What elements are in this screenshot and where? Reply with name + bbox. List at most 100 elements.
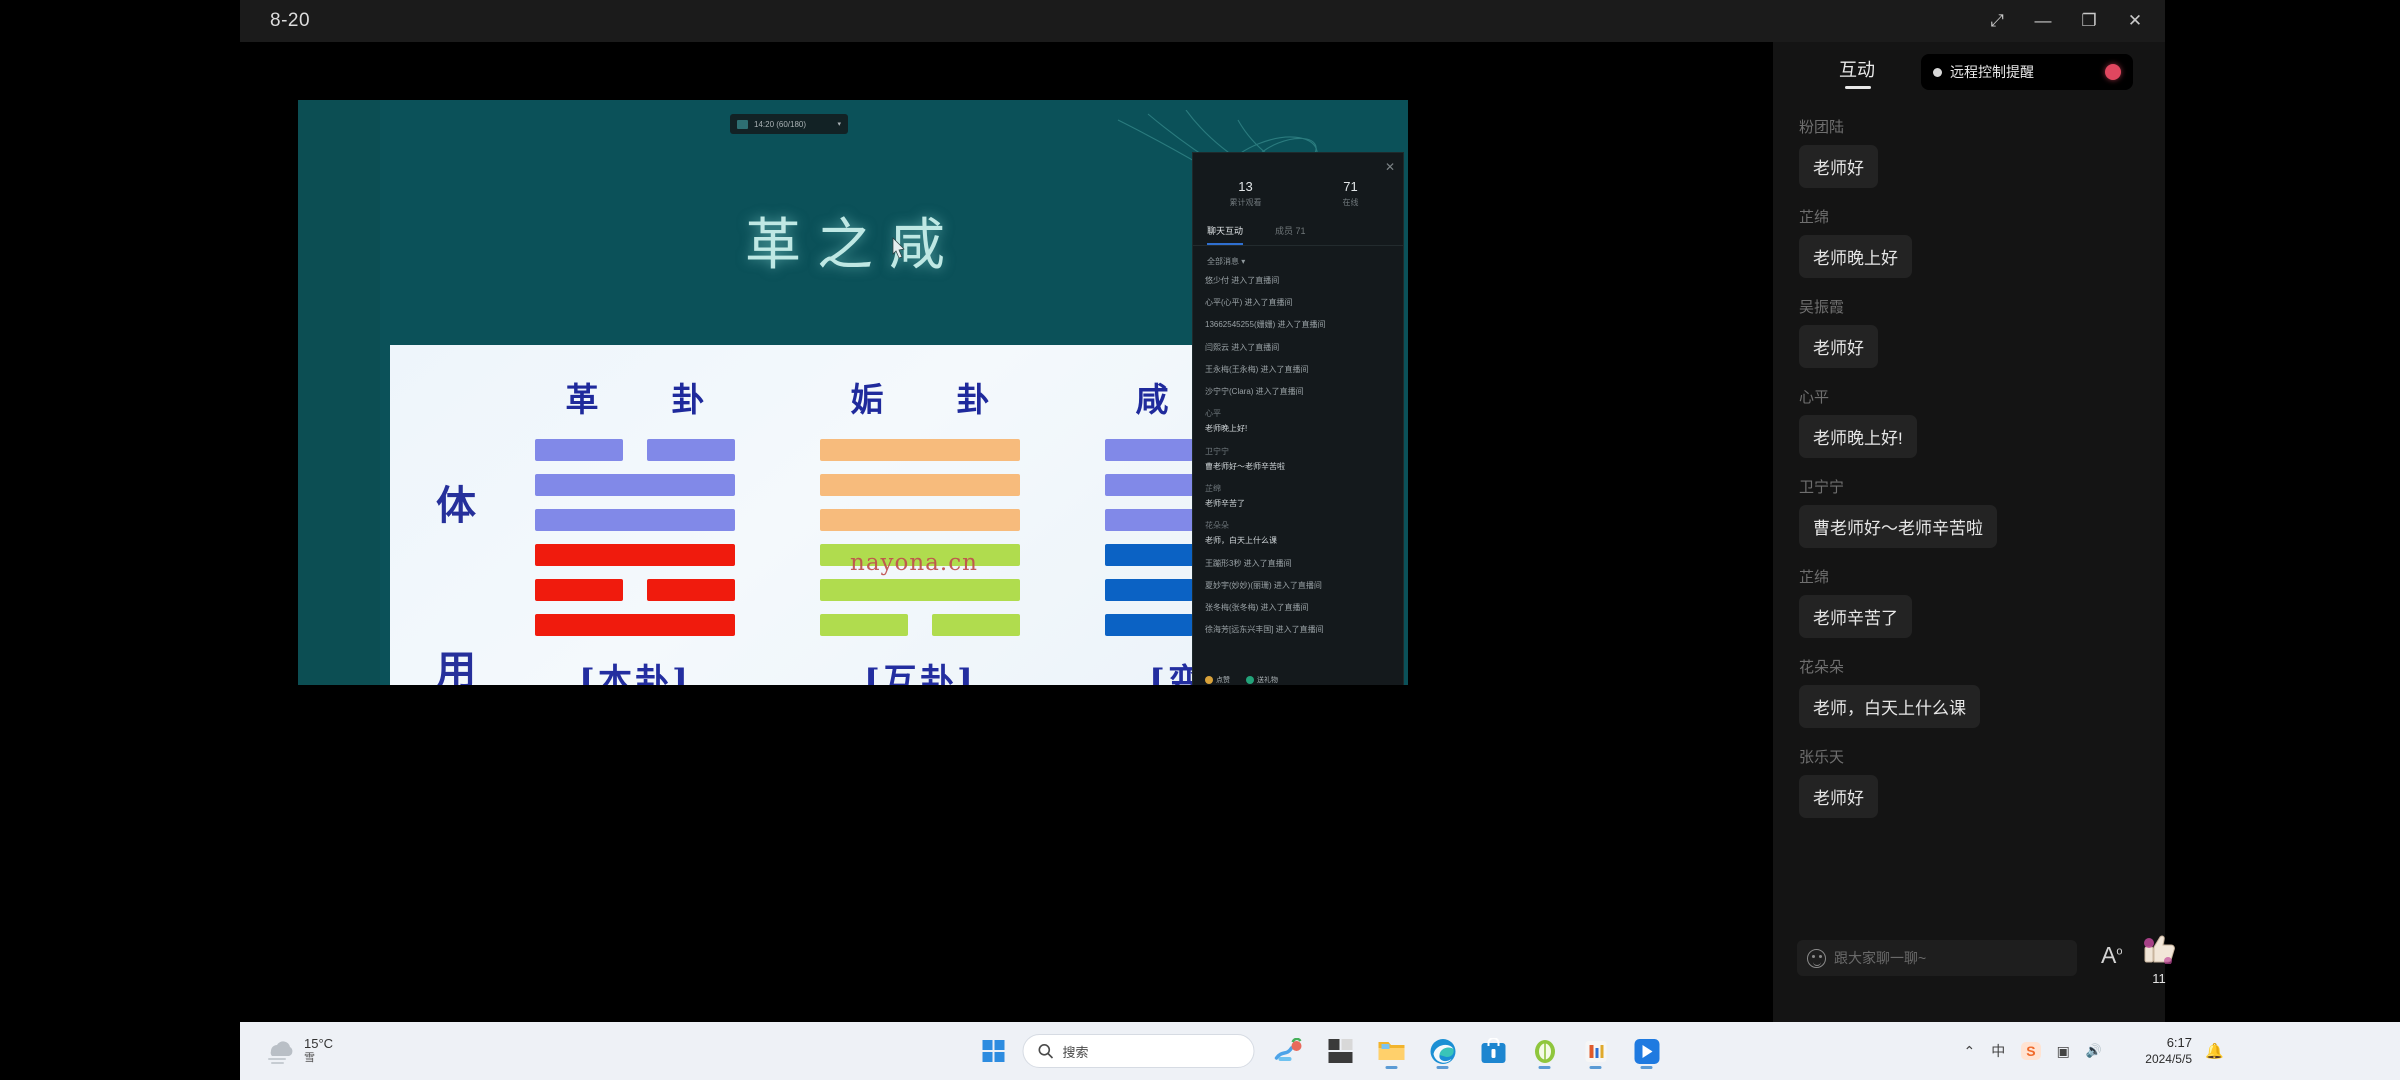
like-button[interactable]: 11 <box>2135 934 2183 986</box>
screenshot-icon[interactable]: ▣ <box>2057 1043 2070 1060</box>
message-author: 粉团陆 <box>1799 119 1845 136</box>
running-indicator <box>1538 1066 1551 1069</box>
hexagram-line-yin <box>535 439 735 461</box>
video-control-pill[interactable]: 14:20 (60/180) ▾ <box>730 114 848 134</box>
notice-record-icon[interactable] <box>2105 64 2121 80</box>
ebook-icon <box>1534 1039 1555 1063</box>
emoji-icon[interactable] <box>1807 948 1826 968</box>
left-gutter <box>0 0 240 1080</box>
message-author: 卫宁宁 <box>1205 446 1229 456</box>
stat-online: 71 在线 <box>1298 179 1403 208</box>
hexagram-group-0: 革 卦 [本卦] <box>520 373 750 685</box>
message-bubble: 曹老师好～老师辛苦啦 <box>1799 505 1997 548</box>
system-message: 徐海芳[远东兴丰国] 进入了直播间 <box>1205 625 1324 635</box>
video-stage: 革之咸 14:20 (60/180) ▾ 体 用 革 卦 [本卦] 姤 卦 [互… <box>240 42 1773 1022</box>
notification-bell-icon[interactable]: 🔔 <box>2205 1042 2224 1060</box>
system-message: 悠少付 进入了直播间 <box>1205 276 1280 285</box>
taskbar-meeting-app[interactable] <box>1625 1029 1669 1073</box>
show-hidden-icons[interactable]: ⌃ <box>1964 1043 1976 1060</box>
font-size-icon[interactable]: Ao <box>2101 942 2122 969</box>
hexagram-line-yang <box>820 439 1020 461</box>
line-segment <box>535 474 735 496</box>
expand-window-button[interactable]: ⤢ <box>1975 2 2019 40</box>
search-placeholder: 搜索 <box>1062 1044 1089 1060</box>
chat-message: 卫宁宁 曹老师好～老师辛苦啦 <box>1205 444 1391 474</box>
system-message: 13662545255(姗姗) 进入了直播间 <box>1205 320 1326 330</box>
tab-divider <box>1193 245 1403 246</box>
taskbar-file-explorer[interactable] <box>1370 1029 1414 1073</box>
ime-indicator[interactable]: 中 <box>1991 1041 2005 1061</box>
interaction-message: 卫宁宁 曹老师好～老师辛苦啦 <box>1799 476 2139 548</box>
weather-widget-icon <box>1274 1038 1302 1061</box>
embedded-chat-message-list[interactable]: 悠少付 进入了直播间 心平(心平) 进入了直播间 13662545255(姗姗) 进… <box>1193 273 1403 637</box>
chevron-down-icon[interactable]: ▾ <box>837 120 841 128</box>
hexagram-line-yang <box>820 509 1020 531</box>
taskbar-ebook[interactable] <box>1523 1029 1567 1073</box>
hexagram-line-yang <box>535 544 735 566</box>
message-filter-dropdown[interactable]: 全部消息 ▾ <box>1193 252 1403 273</box>
video-play-icon[interactable] <box>737 119 748 129</box>
chat-message: 心平 老师晚上好! <box>1205 406 1391 436</box>
tab-active-underline <box>1845 86 1871 89</box>
hexagram-footer-1: [互卦] <box>863 662 977 685</box>
line-segment <box>1105 579 1193 601</box>
slide-left-band <box>298 100 380 685</box>
taskbar-app-leica[interactable] <box>1319 1029 1363 1073</box>
tab-members[interactable]: 成员 71 <box>1275 224 1306 245</box>
close-window-button[interactable]: ✕ <box>2113 2 2157 40</box>
hexagram-line-yang <box>535 614 735 636</box>
message-author: 花朵朵 <box>1205 521 1229 531</box>
thumbs-up-icon <box>2144 935 2175 965</box>
font-icon-letter: A <box>2101 942 2117 968</box>
message-author: 芷绵 <box>1799 209 1830 226</box>
taskbar-clock[interactable]: 6:17 2024/5/5 <box>2145 1035 2192 1066</box>
meeting-app-icon <box>1634 1038 1659 1064</box>
system-message: 王永梅(王永梅) 进入了直播间 <box>1205 364 1309 374</box>
line-segment <box>535 614 735 636</box>
taskbar-store[interactable] <box>1472 1029 1516 1073</box>
weather-description: 雪 <box>304 1052 315 1065</box>
gift-action[interactable]: 送礼物 <box>1246 675 1278 685</box>
chat-input-bar[interactable]: 跟大家聊一聊~ <box>1797 940 2077 976</box>
tab-chat[interactable]: 聊天互动 <box>1207 224 1244 245</box>
running-indicator <box>1589 1066 1602 1069</box>
interaction-message: 芷绵 老师辛苦了 <box>1799 566 2139 638</box>
side-labels: 体 用 <box>436 423 506 685</box>
clock-time: 6:17 <box>2166 1035 2192 1051</box>
start-button[interactable] <box>972 1029 1016 1073</box>
line-segment <box>535 439 623 461</box>
leica-app-icon <box>1328 1039 1353 1063</box>
video-frame[interactable]: 革之咸 14:20 (60/180) ▾ 体 用 革 卦 [本卦] 姤 卦 [互… <box>298 100 1408 685</box>
system-message: 王蹦形3秒 进入了直播间 <box>1205 558 1292 568</box>
embedded-chat-close-icon[interactable]: ✕ <box>1385 160 1395 174</box>
stat-online-value: 71 <box>1343 179 1358 194</box>
system-tray: ⌃ 中 S ▣ 🔊 <box>1964 1041 2102 1061</box>
gift-icon <box>1246 676 1254 684</box>
sogou-icon[interactable]: S <box>2021 1042 2041 1060</box>
taskbar-widget-icon[interactable] <box>1268 1029 1312 1073</box>
volume-icon[interactable]: 🔊 <box>2086 1043 2102 1059</box>
taskbar-media-app[interactable] <box>1574 1029 1618 1073</box>
message-author: 张乐天 <box>1799 749 1845 766</box>
tab-interaction[interactable]: 互动 <box>1839 56 1875 82</box>
hexagram-lines-0 <box>520 439 750 636</box>
message-bubble: 老师好 <box>1799 325 1878 368</box>
stat-viewers-value: 13 <box>1238 179 1253 194</box>
hexagram-group-1: 姤 卦 [互卦] <box>805 373 1035 685</box>
message-bubble: 老师，白天上什么课 <box>1799 685 1980 728</box>
running-indicator <box>1385 1066 1398 1069</box>
minimize-window-button[interactable]: — <box>2021 2 2065 40</box>
interaction-message-list[interactable]: 粉团陆 老师好 芷绵 老师晚上好 吴振霞 老师好 心平 老师晚上好! 卫宁宁 曹老师好～老师辛苦啦… <box>1773 104 2165 912</box>
message-author: 芷绵 <box>1205 483 1221 493</box>
clock-date: 2024/5/5 <box>2145 1051 2192 1066</box>
like-action[interactable]: 点赞 <box>1205 675 1230 685</box>
restore-window-button[interactable]: ❐ <box>2067 2 2111 40</box>
embedded-chat-footer: 点赞 送礼物 说点什么吧… 发送 <box>1193 667 1403 685</box>
taskbar-edge-browser[interactable] <box>1421 1029 1465 1073</box>
running-indicator <box>1436 1066 1449 1069</box>
embedded-chat-stats: 13 累计观看 71 在线 <box>1193 153 1403 218</box>
search-box[interactable]: 搜索 <box>1022 1034 1255 1068</box>
remote-control-notice[interactable]: 远程控制提醒 <box>1921 54 2133 90</box>
weather-widget[interactable]: 15°C 雪 <box>262 1036 462 1066</box>
system-message: 张冬梅(张冬梅) 进入了直播间 <box>1205 603 1309 612</box>
